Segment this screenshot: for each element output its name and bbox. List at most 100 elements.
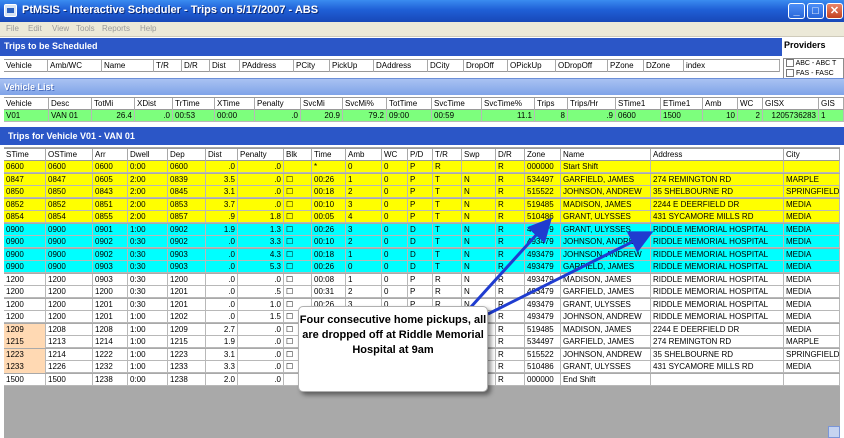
trip-cell-1[interactable]: 1214 [46, 348, 93, 361]
trip-cell-1[interactable]: 0900 [46, 248, 93, 261]
trip-cell-15[interactable]: 515522 [525, 348, 561, 361]
trip-cell-1[interactable]: 1200 [46, 298, 93, 311]
trip-cell-13[interactable]: N [462, 211, 496, 223]
trip-cell-14[interactable]: R [496, 298, 525, 311]
column-header-16[interactable]: Name [561, 149, 651, 161]
trip-cell-13[interactable]: N [462, 198, 496, 211]
vehicle-cell-2[interactable]: 26.4 [92, 110, 135, 122]
trip-cell-12[interactable]: T [433, 223, 462, 236]
trip-cell-1[interactable]: 1200 [46, 311, 93, 323]
trip-cell-3[interactable]: 0:30 [128, 298, 168, 311]
trip-cell-14[interactable]: R [496, 348, 525, 361]
table-row[interactable]: 1200 1200 0903 0:30 1200.0.0 ☐ 00:08 1 0 P R N R 4934… [4, 273, 840, 286]
column-header-12[interactable]: OPickUp [508, 60, 556, 72]
trip-cell-2[interactable]: 1200 [93, 286, 128, 298]
trip-cell-5[interactable]: .0 [206, 236, 238, 248]
trip-cell-2[interactable]: 1232 [93, 361, 128, 373]
trip-cell-9[interactable]: 2 [346, 286, 382, 298]
menu-reports[interactable]: Reports [102, 24, 130, 33]
vehicle-cell-12[interactable]: 8 [535, 110, 568, 122]
trip-cell-3[interactable]: 1:00 [128, 336, 168, 348]
trip-cell-13[interactable]: N [462, 286, 496, 298]
trip-cell-18[interactable]: MEDIA [784, 261, 840, 273]
trip-cell-9[interactable]: 1 [346, 248, 382, 261]
trip-cell-0[interactable]: 1215 [4, 336, 46, 348]
trip-cell-8[interactable]: 00:08 [312, 273, 346, 286]
trip-cell-4[interactable]: 1201 [168, 286, 206, 298]
column-header-2[interactable]: TotMi [92, 98, 135, 110]
column-header-11[interactable]: P/D [408, 149, 433, 161]
trip-cell-10[interactable]: 0 [382, 223, 408, 236]
trip-cell-18[interactable]: MEDIA [784, 311, 840, 323]
scroll-corner[interactable] [828, 426, 840, 438]
trip-cell-17[interactable] [651, 373, 784, 386]
trip-cell-1[interactable]: 1200 [46, 286, 93, 298]
vehicle-cell-10[interactable]: 00:59 [432, 110, 482, 122]
trip-cell-16[interactable]: GRANT, ULYSSES [561, 361, 651, 373]
trip-cell-9[interactable]: 4 [346, 211, 382, 223]
trip-cell-15[interactable]: 534497 [525, 173, 561, 186]
provider-item[interactable]: ABC - ABC T [784, 59, 843, 69]
trip-cell-12[interactable]: T [433, 236, 462, 248]
column-header-2[interactable]: Name [102, 60, 154, 72]
trip-cell-3[interactable]: 2:00 [128, 186, 168, 198]
trip-cell-6[interactable]: .0 [238, 373, 284, 386]
trip-cell-4[interactable]: 0857 [168, 211, 206, 223]
trip-cell-3[interactable]: 0:30 [128, 286, 168, 298]
trip-cell-16[interactable]: GARFIELD, JAMES [561, 286, 651, 298]
vehicle-cell-17[interactable]: 2 [738, 110, 763, 122]
trip-cell-16[interactable]: JOHNSON, ANDREW [561, 186, 651, 198]
trip-cell-9[interactable]: 2 [346, 186, 382, 198]
trip-cell-5[interactable]: 2.0 [206, 373, 238, 386]
trip-cell-10[interactable]: 0 [382, 286, 408, 298]
trip-cell-4[interactable]: 0600 [168, 161, 206, 173]
trip-cell-5[interactable]: 1.9 [206, 223, 238, 236]
trip-cell-5[interactable]: .0 [206, 248, 238, 261]
vehicle-cell-4[interactable]: 00:53 [173, 110, 215, 122]
trip-cell-3[interactable]: 2:00 [128, 173, 168, 186]
trip-cell-0[interactable]: 0850 [4, 186, 46, 198]
trip-cell-7[interactable]: ☐ [284, 173, 312, 186]
vehicle-cell-6[interactable]: .0 [255, 110, 301, 122]
trip-cell-17[interactable]: RIDDLE MEMORIAL HOSPITAL [651, 261, 784, 273]
trip-cell-12[interactable]: T [433, 198, 462, 211]
column-header-17[interactable]: Address [651, 149, 784, 161]
trip-cell-16[interactable]: GRANT, ULYSSES [561, 211, 651, 223]
trip-cell-2[interactable]: 1208 [93, 323, 128, 336]
trip-cell-0[interactable]: 1233 [4, 361, 46, 373]
trip-cell-11[interactable]: P [408, 161, 433, 173]
trip-cell-7[interactable]: ☐ [284, 273, 312, 286]
menu-file[interactable]: File [6, 24, 19, 33]
trip-cell-2[interactable]: 1201 [93, 311, 128, 323]
trip-cell-16[interactable]: JOHNSON, ANDREW [561, 311, 651, 323]
trip-cell-15[interactable]: 519485 [525, 198, 561, 211]
trip-cell-3[interactable]: 0:00 [128, 373, 168, 386]
trip-cell-3[interactable]: 1:00 [128, 348, 168, 361]
vehicle-cell-7[interactable]: 20.9 [301, 110, 343, 122]
trip-cell-10[interactable]: 0 [382, 273, 408, 286]
menu-view[interactable]: View [52, 24, 69, 33]
trip-cell-7[interactable]: ☐ [284, 211, 312, 223]
column-header-8[interactable]: Time [312, 149, 346, 161]
trip-cell-1[interactable]: 1226 [46, 361, 93, 373]
vehicle-cell-1[interactable]: VAN 01 [49, 110, 92, 122]
trip-cell-6[interactable]: 3.3 [238, 236, 284, 248]
trip-cell-14[interactable]: R [496, 361, 525, 373]
trip-cell-9[interactable]: 1 [346, 273, 382, 286]
trip-cell-9[interactable]: 3 [346, 198, 382, 211]
trip-cell-17[interactable]: 274 REMINGTON RD [651, 336, 784, 348]
trip-cell-15[interactable]: 493479 [525, 248, 561, 261]
trip-cell-17[interactable]: 2244 E DEERFIELD DR [651, 323, 784, 336]
trip-cell-12[interactable]: R [433, 161, 462, 173]
providers-list[interactable]: ABC - ABC T FAS - FASC [783, 58, 844, 80]
trip-cell-12[interactable]: R [433, 273, 462, 286]
trip-cell-14[interactable]: R [496, 186, 525, 198]
trip-cell-15[interactable]: 493479 [525, 298, 561, 311]
column-header-0[interactable]: Vehicle [4, 98, 49, 110]
trip-cell-16[interactable]: Start Shift [561, 161, 651, 173]
trip-cell-1[interactable]: 0852 [46, 198, 93, 211]
trip-cell-8[interactable]: 00:26 [312, 223, 346, 236]
trip-cell-7[interactable]: ☐ [284, 223, 312, 236]
trip-cell-11[interactable]: D [408, 248, 433, 261]
column-header-14[interactable]: PZone [608, 60, 644, 72]
